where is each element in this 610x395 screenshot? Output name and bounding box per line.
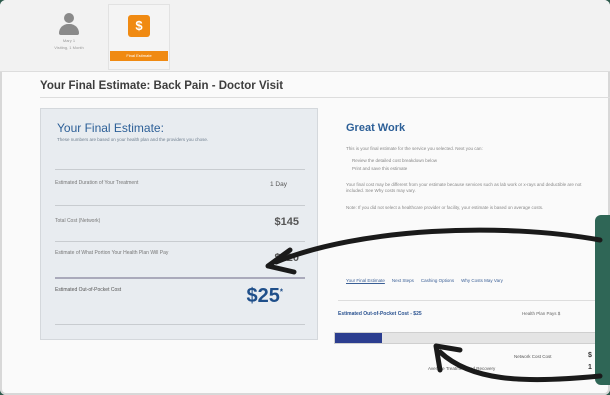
oop-row: Estimated Out-of-Pocket Cost $25* (55, 277, 305, 325)
average-treatment-value: 1 (588, 364, 592, 371)
info-paragraph-2: Your final cost may be different from yo… (346, 182, 582, 193)
step-person[interactable]: Mary 1 Visiting, 1 Month (38, 6, 100, 66)
great-work-heading: Great Work (346, 122, 406, 134)
estimate-note: These numbers are based on your health p… (57, 137, 209, 142)
duration-value: 1 Day (270, 181, 287, 188)
duration-row: Estimated Duration of Your Treatment 1 D… (55, 169, 305, 205)
link-next-steps[interactable]: Next Steps (392, 278, 414, 283)
network-cost-label: Network Cost Cost (514, 354, 552, 359)
dollar-icon: $ (128, 15, 150, 37)
info-paragraph-3: Note: If you did not select a healthcare… (346, 205, 544, 210)
plan-pays-label: Estimate of What Portion Your Health Pla… (55, 250, 169, 256)
page-title: Your Final Estimate: Back Pain - Doctor … (40, 80, 284, 92)
estimate-heading: Your Final Estimate: (57, 121, 164, 135)
person-name: Mary 1 (62, 38, 76, 43)
info-paragraph-1: This is your final estimate for the serv… (346, 146, 483, 151)
average-treatment-label: Average Treatment and Recovery (428, 366, 496, 371)
network-cost-value: $ (588, 352, 592, 359)
oop-label: Estimated Out-of-Pocket Cost (55, 287, 122, 293)
oop-value: $25* (246, 285, 284, 307)
duration-label: Estimated Duration of Your Treatment (55, 180, 139, 186)
final-estimate-tag: Final Estimate (110, 51, 168, 61)
breakdown-plan-label: Health Plan Pays $ (522, 311, 561, 316)
plan-pays-value: $120 (274, 252, 299, 264)
total-cost-label: Total Cost (Network) (55, 218, 101, 224)
overlay-card (595, 215, 610, 385)
plan-pays-row: Estimate of What Portion Your Health Pla… (55, 241, 305, 277)
step-final-estimate[interactable]: $ Final Estimate (108, 4, 170, 70)
total-cost-row: Total Cost (Network) $145 (55, 205, 305, 241)
cost-progress-fill (335, 333, 382, 343)
link-final-estimate[interactable]: Your Final Estimate (346, 278, 385, 283)
person-sub: Visiting, 1 Month (54, 45, 84, 50)
divider (40, 97, 610, 98)
estimate-card: Your Final Estimate: These numbers are b… (40, 108, 318, 340)
link-why-costs-vary[interactable]: Why Costs May Vary (461, 278, 503, 283)
info-bullet-2: Print and save this estimate (352, 166, 408, 171)
step-bar: Mary 1 Visiting, 1 Month $ Final Estimat… (0, 0, 610, 72)
info-bullet-1: Review the detailed cost breakdown below (352, 158, 438, 163)
cost-progress-bar (334, 332, 610, 344)
breakdown-oop-label: Estimated Out-of-Pocket Cost - $25 (338, 311, 422, 317)
section-links: Your Final Estimate Next Steps Cashing O… (346, 278, 503, 283)
app-window: Mary 1 Visiting, 1 Month $ Final Estimat… (0, 0, 610, 395)
link-cashing-options[interactable]: Cashing Options (421, 278, 454, 283)
total-cost-value: $145 (274, 216, 299, 228)
person-icon (57, 12, 81, 36)
divider (338, 300, 610, 301)
